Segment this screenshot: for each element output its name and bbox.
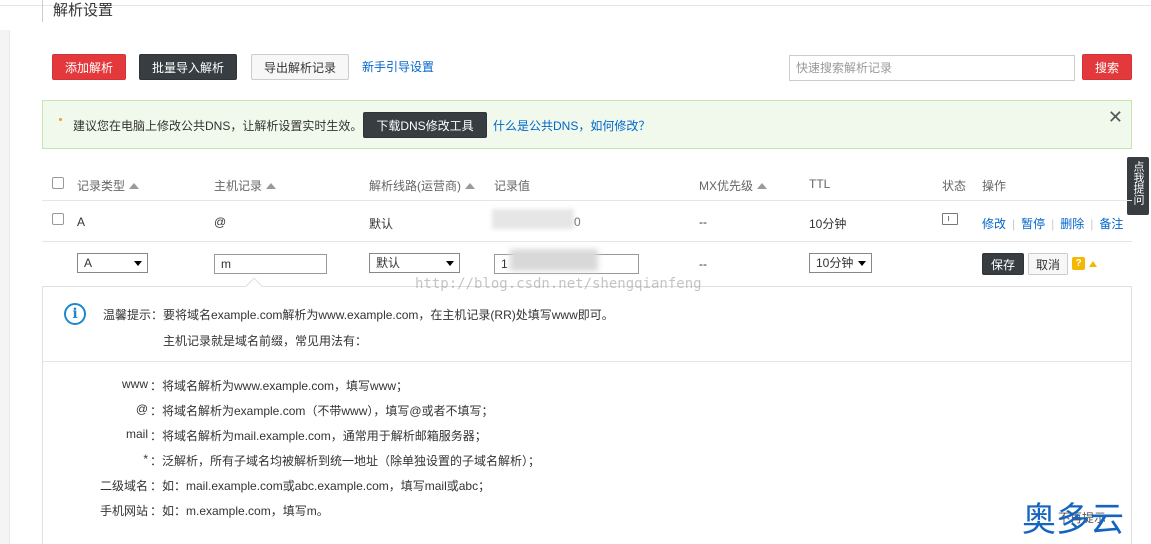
sort-up-icon bbox=[465, 183, 475, 189]
sort-up-icon bbox=[757, 183, 768, 189]
download-dns-tool-button[interactable]: 下载DNS修改工具 bbox=[363, 112, 487, 138]
row-checkbox[interactable] bbox=[52, 213, 64, 225]
brand-logo: 奥多云 bbox=[1022, 500, 1124, 540]
help-icon[interactable]: ? bbox=[1072, 257, 1085, 270]
ask-question-tab[interactable]: 点我提问 bbox=[1127, 157, 1149, 215]
ops-separator: | bbox=[1090, 217, 1094, 231]
what-is-public-dns-link[interactable]: 什么是公共DNS，如何修改？ bbox=[493, 117, 650, 134]
ops-separator: | bbox=[1012, 217, 1016, 231]
ask-question-label: 点我提问 bbox=[1132, 161, 1144, 205]
search-input[interactable] bbox=[789, 55, 1075, 81]
line-select-value: 默认 bbox=[376, 256, 401, 270]
pause-link[interactable]: 暂停 bbox=[1021, 217, 1045, 231]
ttl-select[interactable]: 10分钟 bbox=[809, 253, 872, 273]
watermark: http://blog.csdn.net/shengqianfeng bbox=[415, 276, 702, 292]
export-records-button[interactable]: 导出解析记录 bbox=[251, 54, 349, 80]
notice-text: 建议您在电脑上修改公共DNS，让解析设置实时生效。 bbox=[73, 119, 363, 133]
example-key: www bbox=[122, 377, 148, 391]
example-value: ：如：m.example.com，填写m。 bbox=[150, 504, 329, 518]
delete-link[interactable]: 删除 bbox=[1060, 217, 1084, 231]
header-line-label: 解析线路(运营商) bbox=[369, 179, 461, 193]
ttl-select-value: 10分钟 bbox=[816, 256, 854, 270]
header-status: 状态 bbox=[942, 179, 967, 193]
edit-link[interactable]: 修改 bbox=[982, 217, 1006, 231]
info-icon: i bbox=[64, 303, 86, 325]
select-all-checkbox[interactable] bbox=[52, 177, 64, 189]
close-icon[interactable]: ✕ bbox=[1108, 107, 1123, 128]
example-key: @ bbox=[135, 402, 148, 416]
status-monitor-icon[interactable] bbox=[942, 213, 958, 225]
header-host[interactable]: 主机记录 bbox=[214, 177, 277, 194]
status-monitor-icon-mark bbox=[948, 216, 951, 221]
add-record-button[interactable]: 添加解析 bbox=[52, 54, 126, 80]
example-key: 手机网站 bbox=[99, 504, 148, 518]
chevron-down-icon bbox=[858, 261, 866, 266]
example-value: ：将域名解析为example.com（不带www），填写@或者不填写； bbox=[150, 404, 494, 418]
page-title: 解析设置 bbox=[42, 0, 113, 22]
top-border bbox=[0, 0, 1151, 6]
header-host-label: 主机记录 bbox=[214, 179, 263, 193]
tip-line1-text: 要将域名example.com解析为www.example.com，在主机记录(… bbox=[163, 308, 614, 322]
save-button[interactable]: 保存 bbox=[982, 253, 1024, 275]
dns-notice: 建议您在电脑上修改公共DNS，让解析设置实时生效。 下载DNS修改工具 什么是公… bbox=[42, 100, 1132, 149]
header-type[interactable]: 记录类型 bbox=[77, 177, 140, 194]
sort-up-icon bbox=[129, 183, 140, 189]
chevron-down-icon bbox=[134, 261, 142, 266]
header-mx[interactable]: MX优先级 bbox=[699, 177, 768, 194]
redacted-value bbox=[492, 209, 574, 229]
type-select[interactable]: A bbox=[77, 253, 148, 273]
guide-settings-link[interactable]: 新手引导设置 bbox=[362, 58, 434, 75]
ops-separator: | bbox=[1051, 217, 1055, 231]
notice-bullet bbox=[59, 118, 62, 121]
collapse-arrow-icon[interactable] bbox=[1089, 261, 1097, 267]
example-key: 二级域名 bbox=[99, 479, 148, 493]
header-line[interactable]: 解析线路(运营商) bbox=[369, 177, 475, 194]
batch-import-button[interactable]: 批量导入解析 bbox=[139, 54, 237, 80]
host-input[interactable] bbox=[214, 254, 327, 274]
header-ops: 操作 bbox=[982, 179, 1007, 193]
row-host: @ bbox=[214, 215, 227, 229]
example-value: ：将域名解析为www.example.com，填写www； bbox=[150, 379, 409, 393]
line-select[interactable]: 默认 bbox=[369, 253, 460, 273]
example-value: ：将域名解析为mail.example.com，通常用于解析邮箱服务器； bbox=[150, 429, 487, 443]
tip-line1: 温馨提示：要将域名example.com解析为www.example.com，在… bbox=[103, 306, 614, 323]
note-link[interactable]: 备注 bbox=[1099, 217, 1123, 231]
row-value-tail: 0 bbox=[574, 215, 581, 229]
row-type: A bbox=[77, 215, 86, 229]
row-ttl: 10分钟 bbox=[809, 217, 847, 231]
redacted-value-input bbox=[510, 249, 598, 271]
tip-label: 温馨提示： bbox=[103, 308, 164, 322]
cancel-button[interactable]: 取消 bbox=[1028, 253, 1068, 275]
header-mx-label: MX优先级 bbox=[699, 179, 754, 193]
row-ops: 修改 | 暂停 | 删除 | 备注 bbox=[982, 215, 1123, 232]
sort-up-icon bbox=[266, 183, 277, 189]
row-divider bbox=[42, 241, 1132, 242]
row-mx: -- bbox=[699, 215, 707, 229]
search-button[interactable]: 搜索 bbox=[1082, 54, 1132, 80]
example-key: mail bbox=[125, 427, 148, 441]
tip-divider bbox=[42, 361, 1132, 362]
header-divider bbox=[42, 200, 1132, 201]
example-key: * bbox=[143, 452, 148, 466]
tip-line2: 主机记录就是域名前缀，常见用法有： bbox=[163, 334, 368, 348]
header-type-label: 记录类型 bbox=[77, 179, 126, 193]
edit-row-mx: -- bbox=[699, 257, 707, 271]
chevron-down-icon bbox=[446, 261, 454, 266]
example-value: ：泛解析，所有子域名均被解析到统一地址（除单独设置的子域名解析）； bbox=[150, 454, 541, 468]
left-gutter bbox=[0, 30, 10, 544]
type-select-value: A bbox=[84, 256, 93, 270]
example-value: ：如：mail.example.com或abc.example.com，填写ma… bbox=[150, 479, 491, 493]
header-value: 记录值 bbox=[494, 179, 531, 193]
row-line: 默认 bbox=[369, 217, 394, 231]
header-ttl: TTL bbox=[809, 177, 831, 191]
